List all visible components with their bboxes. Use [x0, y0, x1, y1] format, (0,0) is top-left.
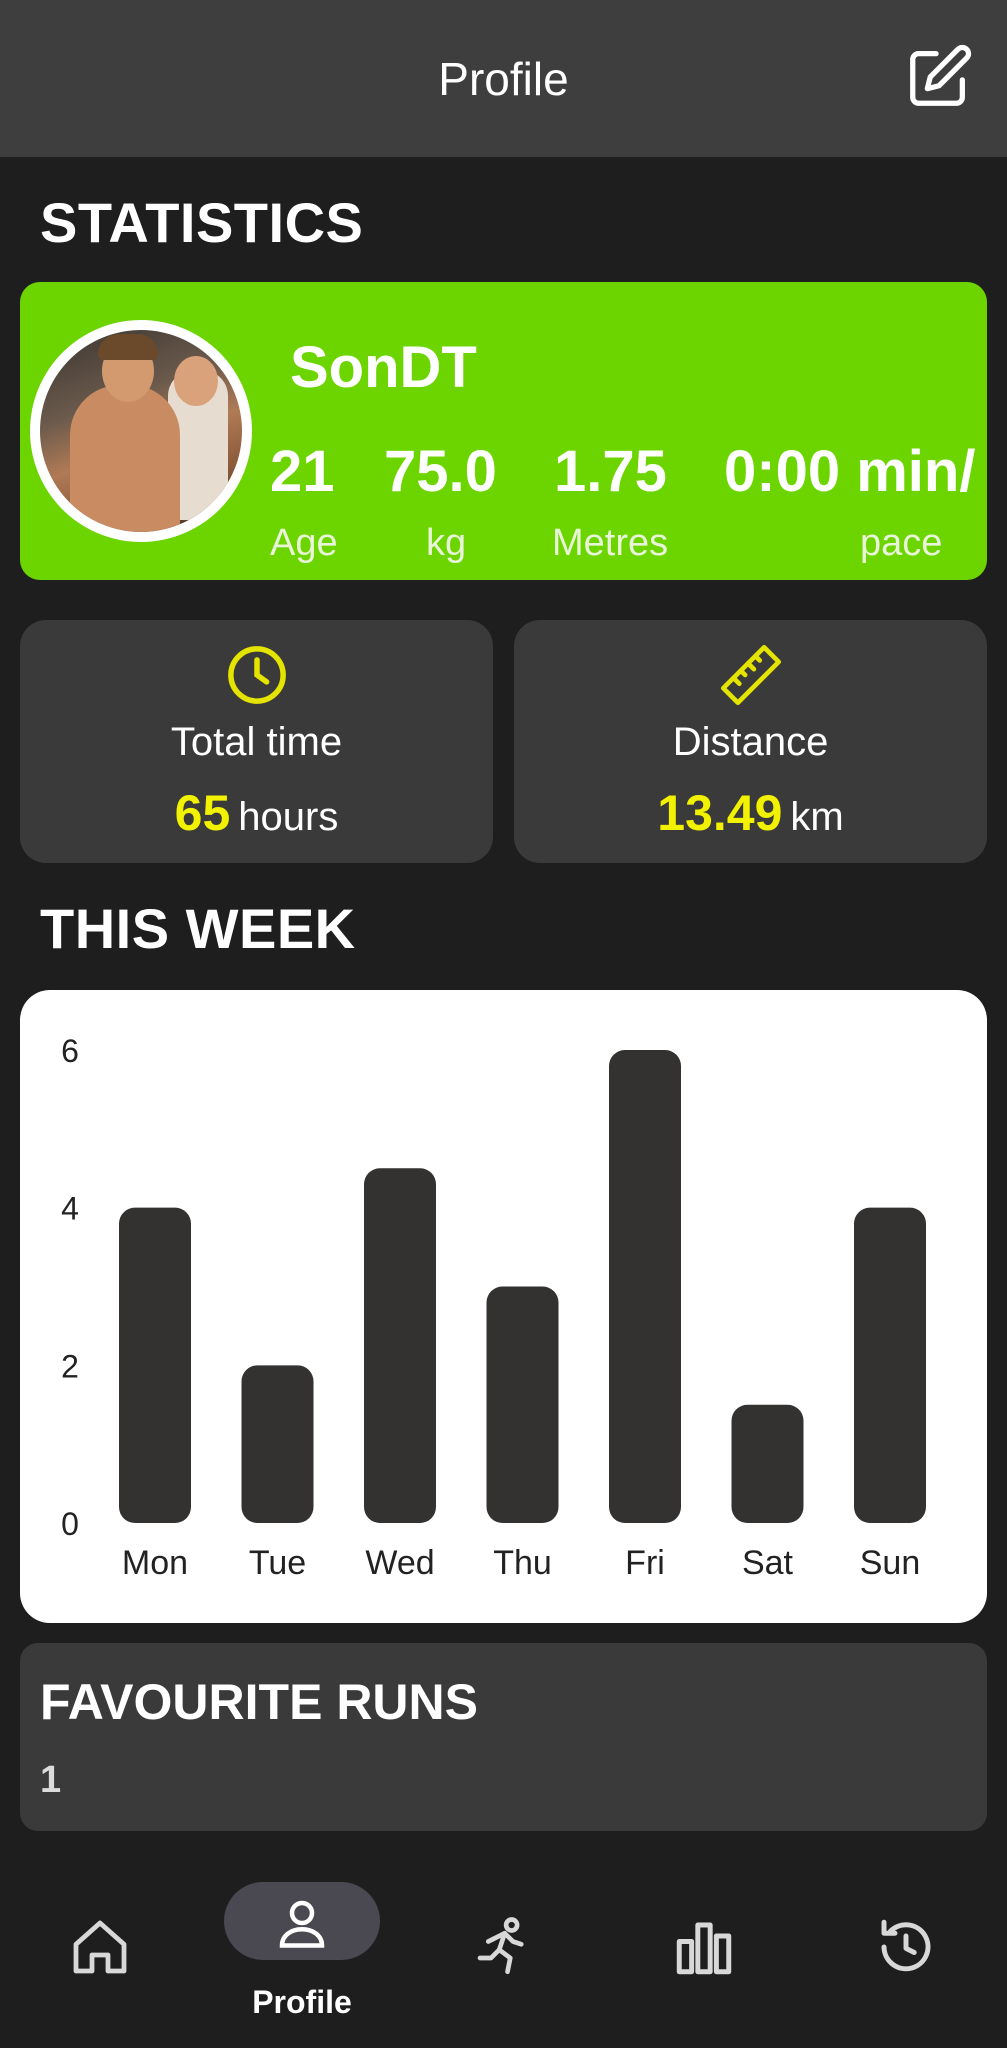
nav-profile-label: Profile	[252, 1984, 352, 2020]
x-tick-label: Sun	[860, 1544, 921, 1582]
edit-profile-button[interactable]	[902, 40, 976, 114]
height-value: 1.75	[554, 439, 667, 504]
history-icon	[881, 1919, 931, 1972]
nav-profile[interactable]: Profile	[202, 1860, 402, 2048]
avatar[interactable]	[30, 320, 252, 542]
this-week-heading: THIS WEEK	[40, 897, 356, 960]
bar-tue[interactable]	[241, 1365, 314, 1523]
x-tick-label: Fri	[625, 1544, 665, 1582]
avatar-photo	[40, 330, 242, 532]
nav-run[interactable]	[402, 1860, 602, 2048]
clock-icon	[227, 646, 286, 704]
favourite-runs-card[interactable]: FAVOURITE RUNS 1	[20, 1643, 987, 1831]
age-value: 21	[270, 439, 335, 504]
bar-chart-icon	[676, 1922, 732, 1975]
run-icon	[477, 1917, 524, 1975]
username: SonDT	[290, 335, 477, 400]
total-time-label: Total time	[170, 720, 343, 764]
age-label: Age	[270, 522, 338, 564]
distance-tile[interactable]: Distance 13.49 km	[514, 620, 987, 863]
nav-history[interactable]	[806, 1860, 1006, 2048]
x-tick-label: Thu	[493, 1544, 552, 1582]
distance-unit: km	[790, 795, 844, 839]
bar-wed[interactable]	[364, 1168, 436, 1523]
total-time-value: 65	[174, 785, 231, 841]
x-tick-label: Sat	[742, 1544, 794, 1582]
profile-summary-card: SonDT 21 75.0 1.75 0:00 min/ Age kg Metr…	[20, 282, 987, 580]
nav-stats[interactable]	[604, 1860, 804, 2048]
nav-home[interactable]	[0, 1860, 200, 2048]
top-app-bar: Profile	[0, 0, 1007, 157]
total-time-tile[interactable]: Total time 65 hours	[20, 620, 493, 863]
ruler-icon	[720, 644, 781, 706]
profile-icon	[279, 1900, 325, 1948]
x-tick-label: Wed	[365, 1544, 434, 1582]
x-tick-label: Mon	[122, 1544, 188, 1582]
total-time-unit: hours	[238, 795, 339, 839]
pace-value: 0:00 min/	[724, 439, 976, 504]
weight-label: kg	[426, 522, 467, 564]
distance-value: 13.49	[657, 785, 783, 841]
y-tick-label: 0	[61, 1506, 79, 1542]
bar-fri[interactable]	[609, 1050, 681, 1523]
bar-thu[interactable]	[486, 1286, 559, 1524]
y-tick-label: 6	[61, 1033, 79, 1069]
home-icon	[73, 1920, 127, 1974]
x-tick-label: Tue	[249, 1544, 306, 1582]
bar-mon[interactable]	[119, 1207, 191, 1523]
y-tick-label: 4	[61, 1191, 79, 1227]
favourite-runs-title: FAVOURITE RUNS	[40, 1674, 478, 1730]
bar-sun[interactable]	[854, 1207, 926, 1523]
favourite-runs-count: 1	[40, 1759, 62, 1801]
weekly-chart-card: 0 2 4 6 Mon Tue Wed Thu Fri Sat Sun	[20, 990, 987, 1623]
height-label: Metres	[552, 522, 669, 564]
pace-label: pace	[860, 522, 943, 564]
distance-label: Distance	[672, 720, 829, 764]
weekly-bar-chart: 0 2 4 6 Mon Tue Wed Thu Fri Sat Sun	[61, 1033, 926, 1582]
edit-icon	[910, 44, 972, 106]
weight-value: 75.0	[384, 439, 497, 504]
y-tick-label: 2	[61, 1348, 79, 1384]
page-title: Profile	[438, 53, 569, 105]
statistics-heading: STATISTICS	[40, 191, 364, 254]
bar-sat[interactable]	[731, 1404, 804, 1523]
